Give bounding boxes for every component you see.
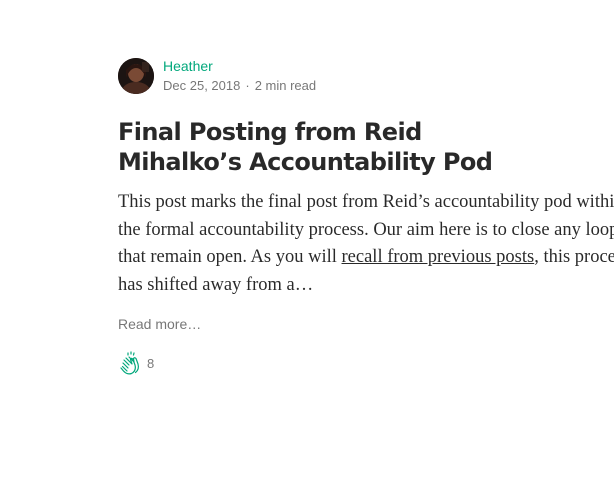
author-meta: Heather Dec 25, 2018 · 2 min read: [163, 57, 316, 94]
excerpt-line-2: the formal accountability process. Our a…: [118, 219, 614, 240]
read-more-link[interactable]: Read more…: [118, 315, 201, 333]
read-time: 2 min read: [254, 78, 317, 93]
excerpt-line-4: has shifted away from a…: [118, 274, 314, 295]
excerpt-line-3-end: , this process: [534, 247, 614, 267]
post-date: Dec 25, 2018: [163, 78, 241, 93]
post-meta: Dec 25, 2018 · 2 min read: [163, 78, 316, 94]
post-excerpt[interactable]: This post marks the final post from Reid…: [118, 189, 614, 299]
post-title[interactable]: Final Posting from Reid Mihalko’s Accoun…: [118, 117, 538, 177]
clap-row: 8: [118, 350, 614, 378]
clap-icon[interactable]: [118, 350, 144, 376]
clap-count[interactable]: 8: [147, 356, 154, 372]
post-card: Heather Dec 25, 2018 · 2 min read Final Po…: [118, 57, 614, 378]
author-row: Heather Dec 25, 2018 · 2 min read: [118, 57, 614, 94]
avatar[interactable]: [118, 58, 154, 94]
avatar-image: [118, 58, 154, 94]
excerpt-line-3-start: that remain open. As you will: [118, 247, 342, 267]
meta-separator: ·: [245, 78, 250, 93]
previous-posts-link[interactable]: recall from previous posts: [342, 247, 535, 267]
excerpt-line-1: This post marks the final post from Reid…: [118, 192, 614, 212]
author-name-link[interactable]: Heather: [163, 57, 316, 75]
